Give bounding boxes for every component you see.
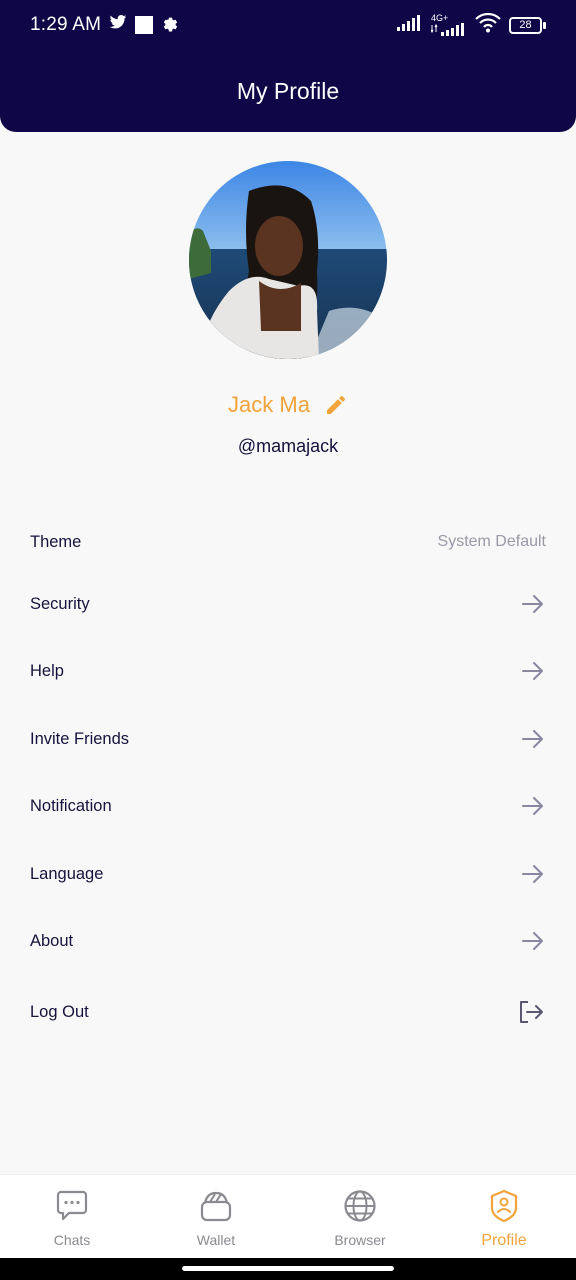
profile-name: Jack Ma	[228, 392, 310, 417]
arrow-right-icon	[522, 662, 544, 680]
profile-name-row: Jack Ma	[0, 392, 576, 418]
menu-label-about: About	[30, 931, 74, 950]
avatar[interactable]	[189, 161, 387, 359]
signal-icon	[397, 14, 423, 36]
chat-bubble-icon	[55, 1189, 89, 1228]
nav-item-wallet[interactable]: Wallet	[144, 1175, 288, 1258]
menu-label-security: Security	[30, 594, 90, 613]
arrow-right-icon	[522, 865, 544, 883]
menu-row-about[interactable]: About	[0, 911, 576, 971]
nav-label-profile: Profile	[481, 1232, 527, 1249]
notification-square-icon	[135, 16, 154, 34]
menu-row-help[interactable]: Help	[0, 641, 576, 701]
menu-row-theme[interactable]: Theme System Default	[0, 512, 576, 572]
nav-item-profile[interactable]: Profile	[432, 1175, 576, 1258]
arrow-right-icon	[522, 797, 544, 815]
menu-row-logout[interactable]: Log Out	[0, 982, 576, 1042]
menu-row-invite-friends[interactable]: Invite Friends	[0, 709, 576, 769]
signal-4g-icon: 4G+	[431, 14, 467, 36]
nav-label-chats: Chats	[53, 1232, 91, 1248]
arrow-right-icon	[522, 932, 544, 950]
home-indicator[interactable]	[182, 1266, 394, 1271]
menu-row-notification[interactable]: Notification	[0, 776, 576, 836]
theme-value: System Default	[437, 533, 546, 550]
menu-row-security[interactable]: Security	[0, 574, 576, 634]
logout-icon	[518, 1000, 544, 1024]
battery-icon: 28	[509, 16, 546, 34]
profile-photo	[189, 161, 387, 359]
profile-badge-icon	[487, 1189, 521, 1228]
twitter-icon	[109, 15, 127, 35]
wifi-icon	[475, 12, 501, 38]
status-bar: 1:29 AM 4G+ 28	[0, 0, 576, 50]
menu-label-theme: Theme	[30, 532, 82, 551]
menu-label-notification: Notification	[30, 796, 112, 815]
page-title: My Profile	[236, 77, 340, 104]
nav-label-wallet: Wallet	[196, 1232, 236, 1248]
arrow-right-icon	[522, 730, 544, 748]
menu-label-help: Help	[30, 661, 64, 680]
bottom-navigation: Chats Wallet Browser Profile	[0, 1174, 576, 1258]
edit-pencil-icon[interactable]	[324, 393, 348, 417]
app-header: My Profile	[0, 50, 576, 132]
status-time: 1:29 AM	[30, 14, 102, 35]
menu-label-logout: Log Out	[30, 1002, 89, 1021]
wallet-icon	[199, 1189, 233, 1228]
nav-item-chats[interactable]: Chats	[0, 1175, 144, 1258]
nav-label-browser: Browser	[334, 1232, 386, 1248]
globe-icon	[343, 1189, 377, 1228]
gear-icon	[161, 14, 179, 37]
profile-handle: @mamajack	[237, 436, 339, 456]
menu-label-language: Language	[30, 864, 104, 883]
menu-label-invite-friends: Invite Friends	[30, 729, 130, 748]
system-home-bar	[0, 1258, 576, 1280]
nav-item-browser[interactable]: Browser	[288, 1175, 432, 1258]
arrow-right-icon	[522, 595, 544, 613]
menu-row-language[interactable]: Language	[0, 844, 576, 904]
